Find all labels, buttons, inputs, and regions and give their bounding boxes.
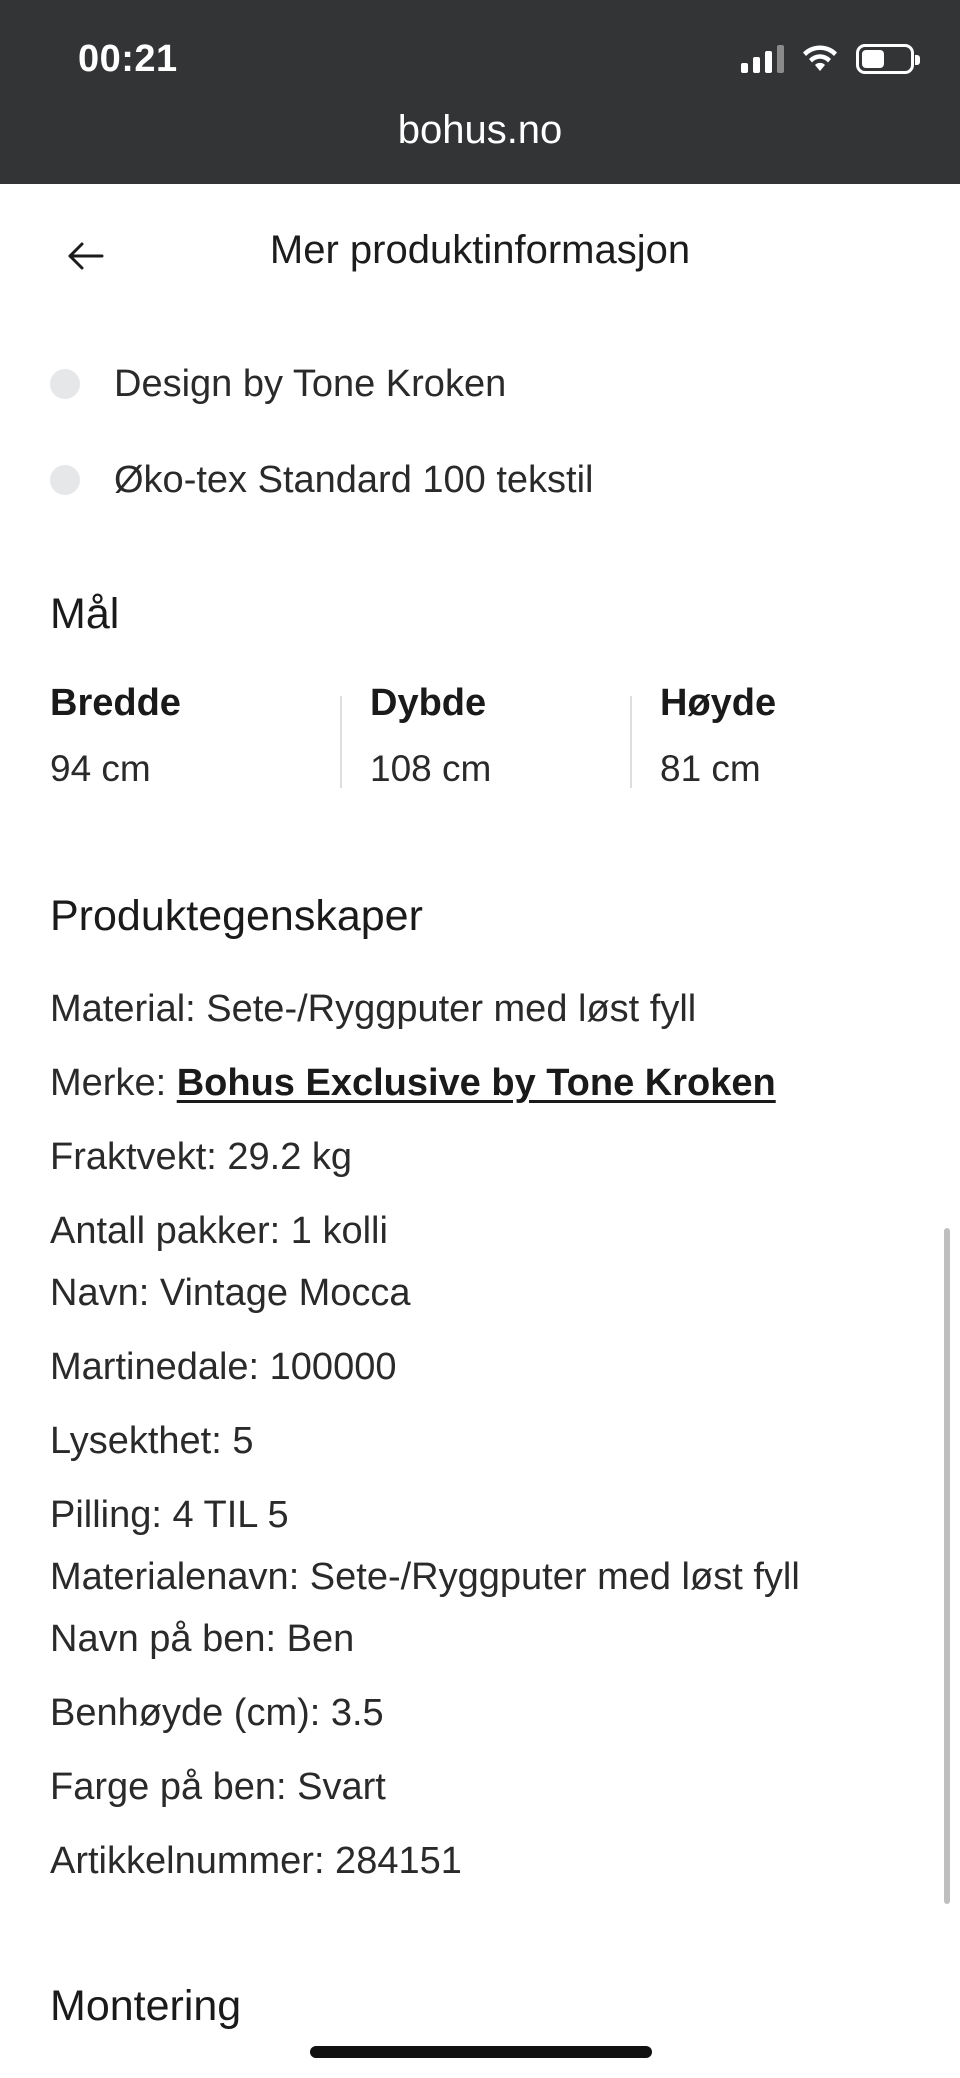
property-item: Benhøyde (cm): 3.5 [50, 1692, 384, 1734]
property-item: Artikkelnummer: 284151 [50, 1840, 462, 1882]
dimension-value: 94 cm [50, 748, 151, 789]
property-brand: Merke: Bohus Exclusive by Tone Kroken [50, 1062, 776, 1105]
property-item: Lysekthet: 5 [50, 1420, 254, 1462]
brand-link[interactable]: Bohus Exclusive by Tone Kroken [177, 1062, 776, 1104]
scrollbar[interactable] [944, 1228, 950, 1904]
feature-list: Design by Tone Kroken Øko-tex Standard 1… [0, 336, 960, 528]
feature-text: Design by Tone Kroken [114, 362, 507, 405]
assembly-title[interactable]: Montering [50, 1982, 241, 2031]
battery-icon [856, 44, 920, 74]
dimensions-grid: Bredde 94 cm Dybde 108 cm Høyde 81 cm [50, 678, 920, 789]
dimension-height: Høyde 81 cm [630, 678, 920, 789]
list-item: Design by Tone Kroken [0, 336, 960, 432]
property-item: Farge på ben: Svart [50, 1766, 386, 1808]
property-item: Martinedale: 100000 [50, 1346, 397, 1388]
bullet-dot-icon [50, 369, 80, 399]
bullet-dot-icon [50, 465, 80, 495]
home-indicator[interactable] [310, 2046, 652, 2058]
status-time: 00:21 [78, 38, 178, 80]
wifi-icon [803, 45, 837, 71]
url-bar[interactable]: bohus.no [0, 108, 960, 153]
property-item: Navn på ben: Ben [50, 1618, 355, 1660]
page-title: Mer produktinformasjon [269, 228, 691, 272]
dimension-value: 108 cm [370, 748, 492, 789]
brand-label: Merke: [50, 1062, 177, 1104]
property-material: Material: Sete-/Ryggputer med løst fyll [50, 988, 697, 1030]
dimension-label: Høyde [660, 682, 777, 724]
status-bar: 00:21 bohus.no [0, 0, 960, 184]
property-item: Materialenavn: Sete-/Ryggputer med løst … [50, 1556, 800, 1598]
property-item: Pilling: 4 TIL 5 [50, 1494, 289, 1536]
dimension-width: Bredde 94 cm [50, 678, 340, 789]
page-header: Mer produktinformasjon [0, 184, 960, 324]
list-item: Øko-tex Standard 100 tekstil [0, 432, 960, 528]
status-icons [741, 44, 920, 74]
dimensions-title: Mål [50, 590, 120, 638]
feature-text: Øko-tex Standard 100 tekstil [114, 458, 594, 501]
property-item: Antall pakker: 1 kolli [50, 1210, 388, 1252]
property-item: Navn: Vintage Mocca [50, 1272, 411, 1314]
properties-title: Produktegenskaper [50, 892, 423, 940]
dimension-value: 81 cm [660, 748, 761, 789]
dimension-label: Bredde [50, 682, 181, 724]
property-item: Fraktvekt: 29.2 kg [50, 1136, 353, 1178]
dimension-label: Dybde [370, 682, 487, 724]
dimension-depth: Dybde 108 cm [340, 678, 630, 789]
signal-icon [741, 45, 784, 73]
